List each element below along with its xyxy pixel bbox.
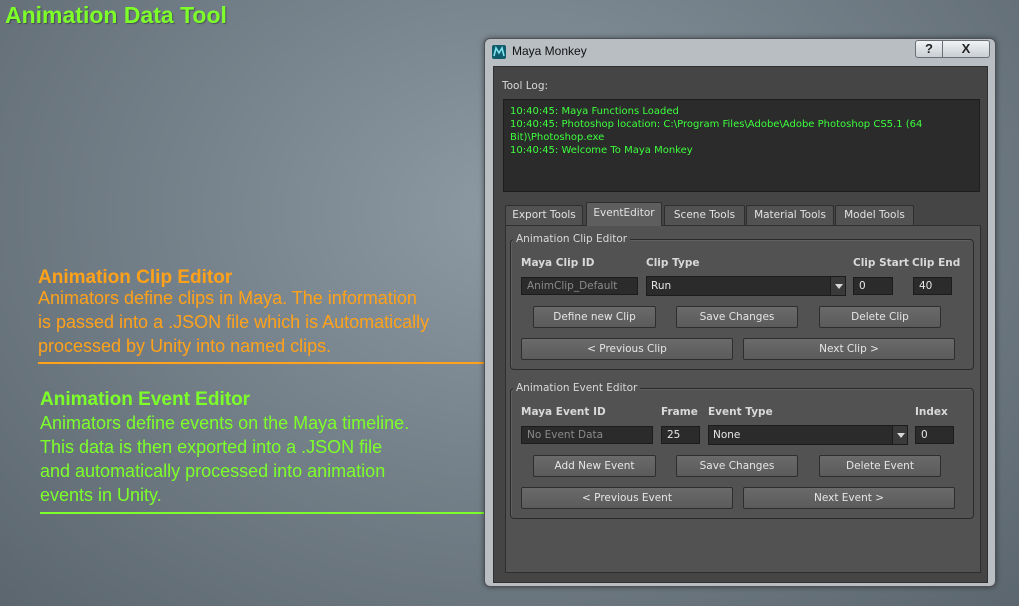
help-button[interactable]: ? bbox=[915, 40, 943, 58]
define-new-clip-button[interactable]: Define new Clip bbox=[533, 306, 656, 328]
previous-clip-button[interactable]: < Previous Clip bbox=[521, 338, 733, 360]
event-editor-note-title: Animation Event Editor bbox=[40, 389, 251, 410]
clip-start-header: Clip Start bbox=[853, 257, 909, 269]
tool-log-box[interactable]: 10:40:45: Maya Functions Loaded 10:40:45… bbox=[503, 99, 980, 192]
tab-material-tools[interactable]: Material Tools bbox=[746, 205, 834, 225]
title-bar[interactable]: Maya Monkey ? X bbox=[485, 39, 995, 65]
clip-type-header: Clip Type bbox=[646, 257, 700, 269]
clip-type-select[interactable]: Run bbox=[646, 276, 846, 296]
tab-scene-tools[interactable]: Scene Tools bbox=[664, 205, 745, 225]
previous-event-button[interactable]: < Previous Event bbox=[521, 487, 733, 509]
note-line: Animators define clips in Maya. The info… bbox=[38, 288, 417, 308]
clip-start-input[interactable]: 0 bbox=[853, 277, 893, 295]
chevron-down-icon[interactable] bbox=[830, 277, 845, 295]
maya-monkey-window: Maya Monkey ? X Tool Log: 10:40:45: Maya… bbox=[484, 38, 996, 587]
close-button[interactable]: X bbox=[942, 40, 990, 58]
clip-id-header: Maya Clip ID bbox=[521, 257, 595, 269]
clip-id-input[interactable]: AnimClip_Default bbox=[521, 277, 638, 295]
add-new-event-button[interactable]: Add New Event bbox=[533, 455, 656, 477]
event-id-header: Maya Event ID bbox=[521, 406, 606, 418]
clip-type-value: Run bbox=[651, 280, 672, 292]
event-editor-pane: Animation Clip Editor Maya Clip ID Clip … bbox=[505, 225, 981, 573]
event-editor-title: Animation Event Editor bbox=[513, 382, 641, 394]
clip-editor-title: Animation Clip Editor bbox=[513, 233, 631, 245]
maya-icon bbox=[492, 45, 506, 59]
note-line: Animators define events on the Maya time… bbox=[40, 413, 410, 433]
frame-header: Frame bbox=[661, 406, 698, 418]
log-line: 10:40:45: Maya Functions Loaded bbox=[510, 106, 679, 117]
note-line: is passed into a .JSON file which is Aut… bbox=[38, 312, 430, 332]
delete-event-button[interactable]: Delete Event bbox=[819, 455, 941, 477]
delete-clip-button[interactable]: Delete Clip bbox=[819, 306, 941, 328]
clip-end-input[interactable]: 40 bbox=[913, 277, 952, 295]
clip-end-header: Clip End bbox=[912, 257, 961, 269]
event-editor-note-text: Animators define events on the Maya time… bbox=[40, 411, 409, 507]
save-clip-changes-button[interactable]: Save Changes bbox=[676, 306, 798, 328]
tool-log-label: Tool Log: bbox=[502, 80, 549, 92]
window-title: Maya Monkey bbox=[512, 44, 587, 58]
index-input[interactable]: 0 bbox=[915, 426, 954, 444]
event-id-input[interactable]: No Event Data bbox=[521, 426, 653, 444]
event-type-header: Event Type bbox=[708, 406, 773, 418]
note-line: and automatically processed into animati… bbox=[40, 461, 386, 481]
log-line: 10:40:45: Welcome To Maya Monkey bbox=[510, 145, 693, 156]
chevron-down-icon[interactable] bbox=[892, 426, 907, 444]
tab-model-tools[interactable]: Model Tools bbox=[835, 205, 914, 225]
note-line: This data is then exported into a .JSON … bbox=[40, 437, 383, 457]
event-type-select[interactable]: None bbox=[708, 425, 908, 445]
next-event-button[interactable]: Next Event > bbox=[743, 487, 955, 509]
page-title: Animation Data Tool bbox=[5, 2, 227, 28]
frame-input[interactable]: 25 bbox=[661, 426, 700, 444]
clip-editor-note-text: Animators define clips in Maya. The info… bbox=[38, 286, 429, 358]
tab-export-tools[interactable]: Export Tools bbox=[505, 205, 583, 225]
event-type-value: None bbox=[713, 429, 741, 441]
index-header: Index bbox=[915, 406, 948, 418]
tab-event-editor[interactable]: EventEditor bbox=[586, 202, 662, 226]
next-clip-button[interactable]: Next Clip > bbox=[743, 338, 955, 360]
save-event-changes-button[interactable]: Save Changes bbox=[676, 455, 798, 477]
log-line: Bit)\Photoshop.exe bbox=[510, 132, 605, 143]
note-line: events in Unity. bbox=[40, 485, 162, 505]
note-line: processed by Unity into named clips. bbox=[38, 336, 332, 356]
window-client-area: Tool Log: 10:40:45: Maya Functions Loade… bbox=[493, 66, 988, 583]
log-line: 10:40:45: Photoshop location: C:\Program… bbox=[510, 119, 923, 130]
